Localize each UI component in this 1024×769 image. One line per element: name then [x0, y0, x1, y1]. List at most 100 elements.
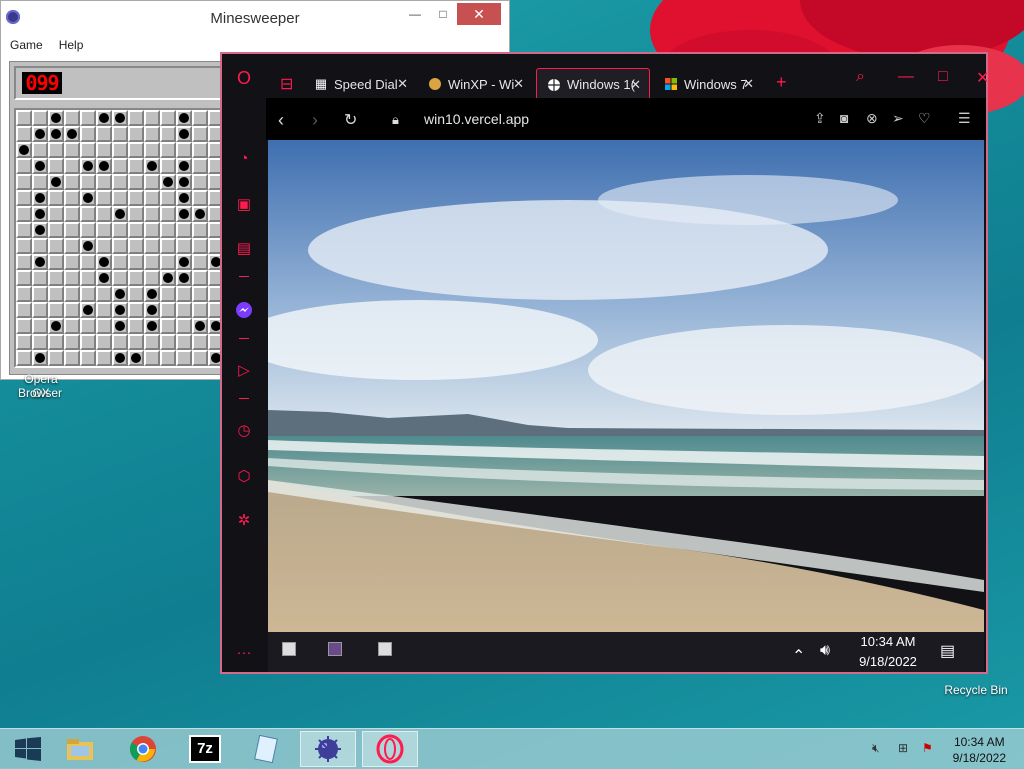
- grid-cell[interactable]: [144, 206, 160, 222]
- url-input[interactable]: win10.vercel.app: [424, 111, 529, 127]
- grid-cell[interactable]: [176, 222, 192, 238]
- grid-cell[interactable]: [128, 222, 144, 238]
- mine-cell[interactable]: [176, 174, 192, 190]
- volume-muted-icon[interactable]: 🔇︎: [872, 741, 880, 756]
- grid-cell[interactable]: [64, 222, 80, 238]
- grid-cell[interactable]: [48, 190, 64, 206]
- mine-cell[interactable]: [64, 126, 80, 142]
- grid-cell[interactable]: [112, 254, 128, 270]
- grid-cell[interactable]: [96, 350, 112, 366]
- grid-cell[interactable]: [176, 302, 192, 318]
- grid-cell[interactable]: [192, 174, 208, 190]
- grid-cell[interactable]: [112, 238, 128, 254]
- easy-setup-icon[interactable]: ☰: [958, 110, 971, 127]
- start-button[interactable]: [0, 731, 56, 767]
- minesweeper-titlebar[interactable]: Minesweeper — □ ✕: [1, 1, 509, 35]
- grid-cell[interactable]: [176, 238, 192, 254]
- grid-cell[interactable]: [48, 254, 64, 270]
- grid-cell[interactable]: [48, 158, 64, 174]
- send-icon[interactable]: ➢: [892, 110, 904, 127]
- grid-cell[interactable]: [32, 302, 48, 318]
- grid-cell[interactable]: [112, 222, 128, 238]
- grid-cell[interactable]: [80, 110, 96, 126]
- grid-cell[interactable]: [144, 126, 160, 142]
- broken-image-icon[interactable]: [328, 642, 342, 656]
- grid-cell[interactable]: [96, 286, 112, 302]
- mine-cell[interactable]: [112, 110, 128, 126]
- tab-windows-10[interactable]: Windows 1( ✕: [536, 68, 650, 100]
- grid-cell[interactable]: [144, 110, 160, 126]
- mine-cell[interactable]: [16, 142, 32, 158]
- mine-cell[interactable]: [144, 302, 160, 318]
- grid-cell[interactable]: [16, 222, 32, 238]
- speedometer-icon[interactable]: ◔: [234, 148, 254, 168]
- grid-cell[interactable]: [16, 206, 32, 222]
- grid-cell[interactable]: [48, 350, 64, 366]
- grid-cell[interactable]: [64, 110, 80, 126]
- forward-icon[interactable]: ›: [312, 110, 318, 131]
- grid-cell[interactable]: [128, 270, 144, 286]
- grid-cell[interactable]: [80, 142, 96, 158]
- grid-cell[interactable]: [192, 302, 208, 318]
- grid-cell[interactable]: [160, 126, 176, 142]
- mine-cell[interactable]: [80, 190, 96, 206]
- grid-cell[interactable]: [128, 126, 144, 142]
- minimize-button[interactable]: —: [898, 68, 914, 86]
- mine-cell[interactable]: [32, 222, 48, 238]
- mine-cell[interactable]: [80, 158, 96, 174]
- grid-cell[interactable]: [64, 318, 80, 334]
- grid-cell[interactable]: [176, 286, 192, 302]
- minimize-button[interactable]: —: [401, 3, 429, 25]
- player-icon[interactable]: ▷: [234, 360, 254, 380]
- chrome-button[interactable]: [115, 731, 171, 767]
- grid-cell[interactable]: [80, 286, 96, 302]
- grid-cell[interactable]: [96, 238, 112, 254]
- grid-cell[interactable]: [128, 174, 144, 190]
- grid-cell[interactable]: [64, 190, 80, 206]
- notification-icon[interactable]: ▤: [940, 641, 955, 661]
- grid-cell[interactable]: [16, 286, 32, 302]
- share-icon[interactable]: ⇪: [814, 110, 826, 127]
- grid-cell[interactable]: [96, 190, 112, 206]
- messenger-icon[interactable]: [234, 300, 254, 320]
- grid-cell[interactable]: [80, 334, 96, 350]
- mine-cell[interactable]: [176, 126, 192, 142]
- grid-cell[interactable]: [128, 158, 144, 174]
- camera-icon[interactable]: ◙: [840, 110, 848, 126]
- grid-cell[interactable]: [112, 126, 128, 142]
- mine-cell[interactable]: [144, 158, 160, 174]
- grid-cell[interactable]: [176, 142, 192, 158]
- grid-cell[interactable]: [64, 350, 80, 366]
- recycle-bin-label[interactable]: Recycle Bin: [940, 683, 1012, 697]
- grid-cell[interactable]: [32, 334, 48, 350]
- grid-cell[interactable]: [160, 206, 176, 222]
- maximize-button[interactable]: □: [429, 3, 457, 25]
- grid-cell[interactable]: [192, 126, 208, 142]
- more-dots-icon[interactable]: ···: [234, 642, 254, 662]
- grid-cell[interactable]: [112, 190, 128, 206]
- grid-cell[interactable]: [160, 318, 176, 334]
- grid-cell[interactable]: [96, 222, 112, 238]
- grid-cell[interactable]: [80, 206, 96, 222]
- mine-cell[interactable]: [80, 238, 96, 254]
- grid-cell[interactable]: [16, 254, 32, 270]
- grid-cell[interactable]: [80, 222, 96, 238]
- back-icon[interactable]: ‹: [278, 110, 284, 131]
- grid-cell[interactable]: [32, 142, 48, 158]
- chevron-up-icon[interactable]: ⌃: [792, 646, 805, 666]
- mine-cell[interactable]: [48, 174, 64, 190]
- grid-cell[interactable]: [32, 174, 48, 190]
- grid-cell[interactable]: [112, 142, 128, 158]
- grid-cell[interactable]: [160, 142, 176, 158]
- 7zip-button[interactable]: 7z: [177, 731, 233, 767]
- mine-cell[interactable]: [48, 110, 64, 126]
- mine-cell[interactable]: [32, 126, 48, 142]
- heart-icon[interactable]: ♡: [918, 110, 931, 127]
- mine-grid[interactable]: [14, 108, 226, 368]
- grid-cell[interactable]: [176, 318, 192, 334]
- bag-icon[interactable]: ▣: [234, 194, 254, 214]
- grid-cell[interactable]: [160, 286, 176, 302]
- grid-cell[interactable]: [48, 302, 64, 318]
- minesweeper-taskbar-button[interactable]: [300, 731, 356, 767]
- mine-cell[interactable]: [176, 270, 192, 286]
